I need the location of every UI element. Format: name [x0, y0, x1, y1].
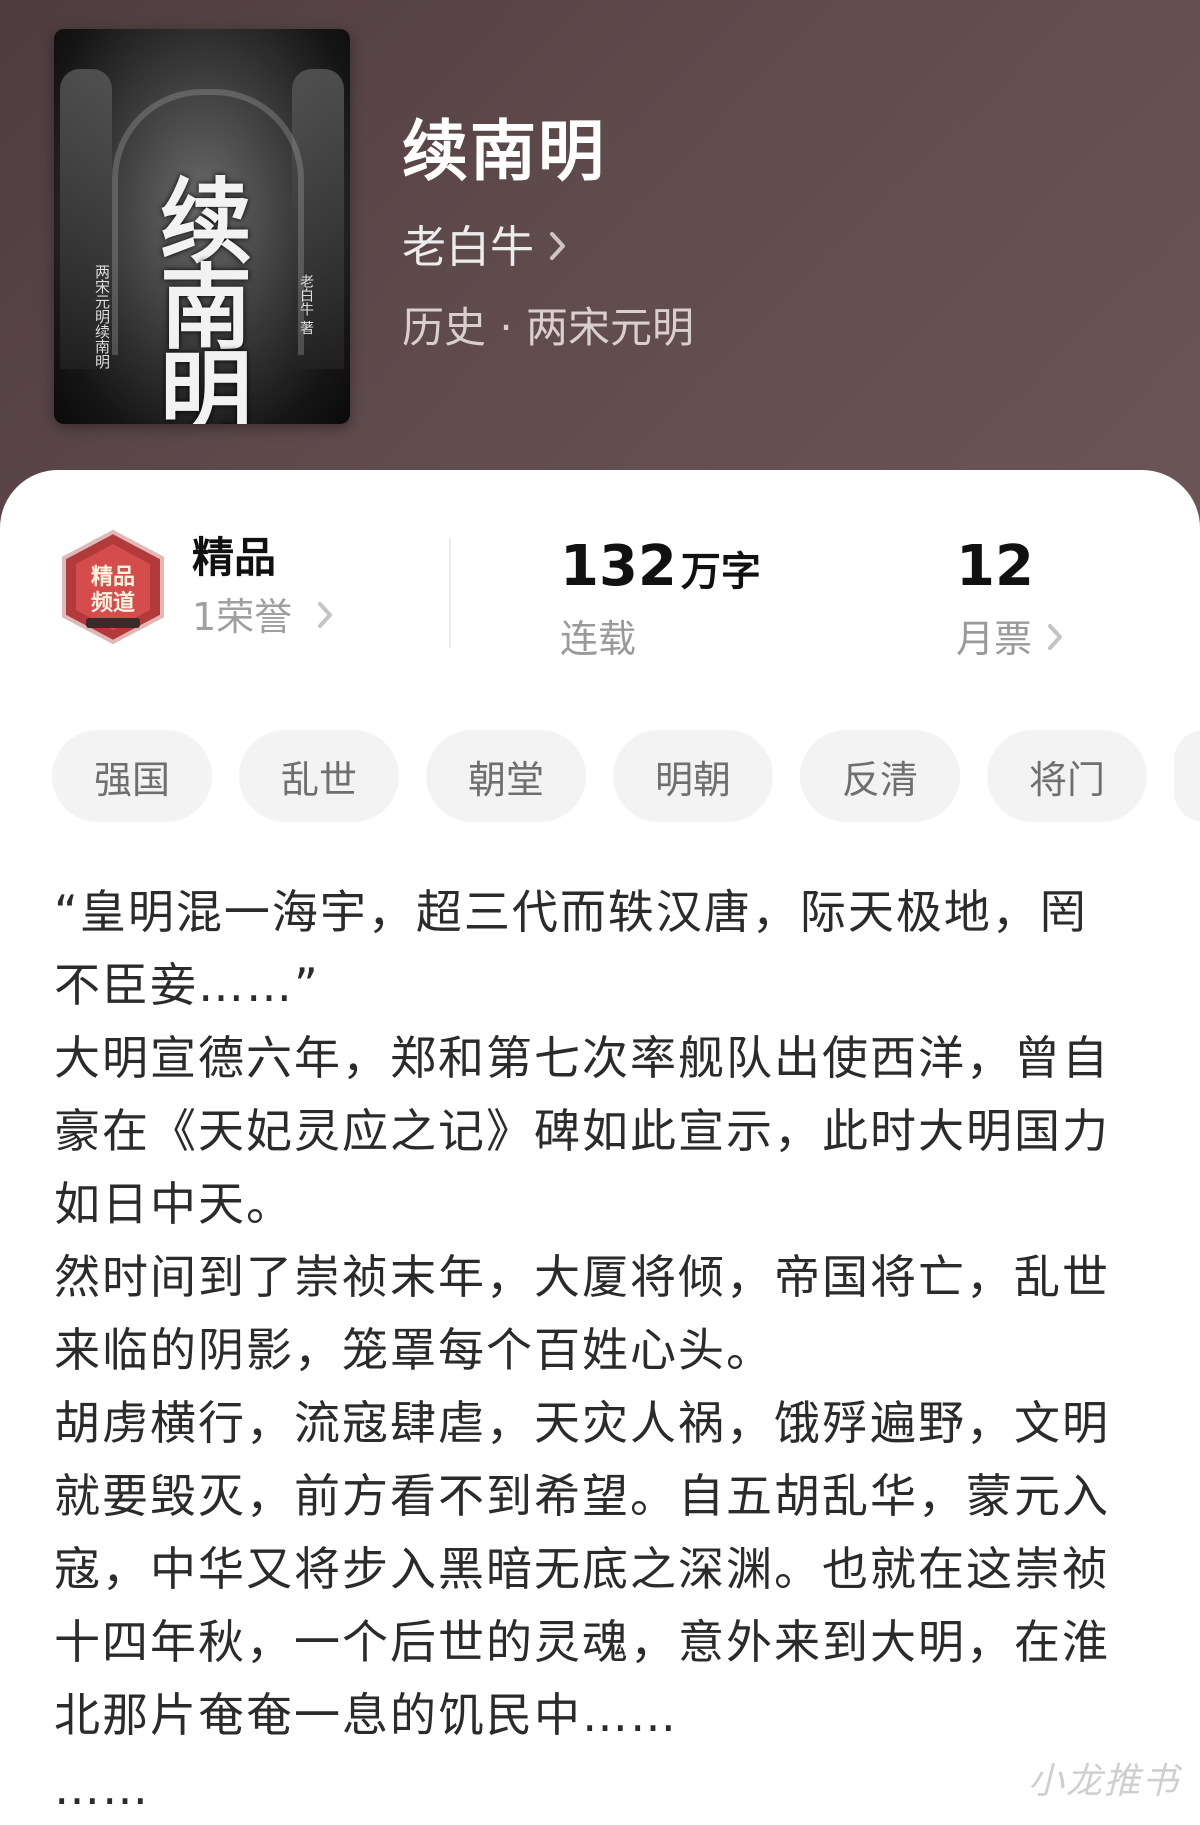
book-description: “皇明混一海宇，超三代而轶汉唐，际天极地，罔不臣妾……” 大明宣德六年，郑和第七…	[54, 876, 1114, 1825]
premium-label: 精品	[192, 533, 277, 582]
tag-list: 强国 乱世 朝堂 明朝 反清 将门	[52, 730, 1200, 826]
chevron-right-icon	[548, 230, 568, 266]
cover-title: 续南明	[159, 168, 252, 424]
tag-chip[interactable]: 乱世	[239, 730, 399, 822]
monthly-tickets-label: 月票	[956, 617, 1033, 661]
word-count-unit: 万字	[680, 549, 761, 595]
stats-divider	[449, 538, 451, 648]
description-paragraph: “皇明混一海宇，超三代而轶汉唐，际天极地，罔不臣妾……”	[54, 885, 1088, 1012]
premium-badge-icon[interactable]: 精品 频道	[56, 528, 170, 646]
word-count: 132 万字	[560, 532, 761, 607]
tag-chip[interactable]: 朝堂	[426, 730, 586, 822]
description-paragraph: 然时间到了崇祯末年，大厦将倾，帝国将亡，乱世来临的阴影，笼罩每个百姓心头。	[54, 1250, 1110, 1377]
author-link[interactable]: 老白牛	[402, 220, 568, 276]
monthly-tickets-count: 12	[956, 534, 1034, 599]
cover-subtitle: 两宋元明续南明	[93, 264, 111, 369]
tag-chip[interactable]: 反清	[800, 730, 960, 822]
tag-chip-overflow[interactable]	[1174, 730, 1200, 822]
monthly-tickets-link[interactable]: 月票	[956, 612, 1064, 666]
svg-text:频道: 频道	[91, 590, 135, 616]
honor-link[interactable]: 1荣誉	[192, 590, 334, 644]
description-paragraph: 胡虏横行，流寇肆虐，天灾人祸，饿殍遍野，文明就要毁灭，前方看不到希望。自五胡乱华…	[54, 1396, 1110, 1742]
book-header: 两宋元明续南明 续南明 老白牛 著 续南明 老白牛 历史 · 两宋元明	[0, 0, 1200, 540]
svg-text:精品: 精品	[91, 564, 135, 590]
description-paragraph: 大明宣德六年，郑和第七次率舰队出使西洋，曾自豪在《天妃灵应之记》碑如此宣示，此时…	[54, 1031, 1110, 1231]
description-paragraph: ……	[54, 1761, 150, 1815]
serial-status: 连载	[560, 617, 637, 661]
book-category[interactable]: 历史 · 两宋元明	[402, 300, 694, 356]
cover-author: 老白牛 著	[298, 274, 314, 335]
tag-chip[interactable]: 明朝	[613, 730, 773, 822]
chevron-right-icon	[1046, 622, 1064, 656]
author-name: 老白牛	[402, 222, 534, 273]
word-count-number: 132	[560, 534, 677, 599]
tag-chip[interactable]: 将门	[987, 730, 1147, 822]
honor-label: 1荣誉	[192, 595, 293, 639]
tag-chip[interactable]: 强国	[52, 730, 212, 822]
book-title: 续南明	[402, 113, 606, 190]
book-cover[interactable]: 两宋元明续南明 续南明 老白牛 著	[54, 29, 350, 424]
watermark: 小龙推书	[1027, 1761, 1180, 1802]
chevron-right-icon	[316, 600, 334, 634]
